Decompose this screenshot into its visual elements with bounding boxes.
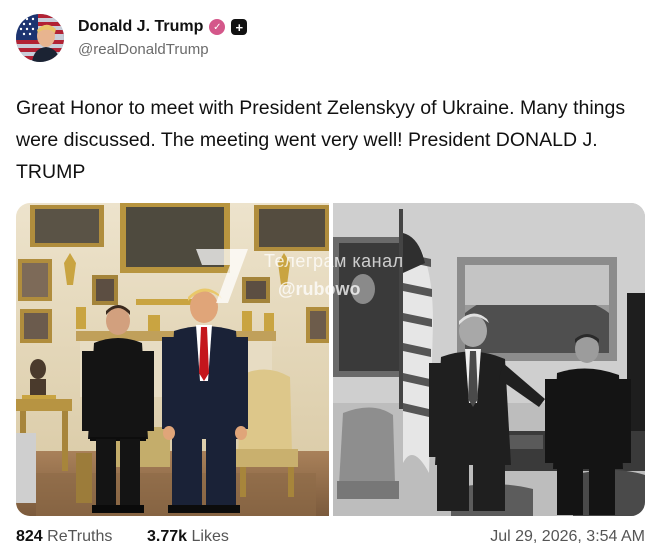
retruths-label: ReTruths [47, 528, 113, 545]
post-text: Great Honor to meet with President Zelen… [16, 97, 626, 183]
author-handle[interactable]: @realDonaldTrump [78, 41, 247, 58]
post-timestamp[interactable]: Jul 29, 2026, 3:54 AM [490, 528, 645, 546]
post-header: Donald J. Trump ✓ + @realDonaldTrump [16, 12, 636, 68]
likes-count: 3.77k [147, 528, 188, 545]
photo-office-bw[interactable] [333, 203, 645, 516]
avatar[interactable] [16, 14, 64, 62]
plus-badge-icon: + [231, 19, 248, 35]
retruths-count: 824 [16, 528, 43, 545]
author-name[interactable]: Donald J. Trump [78, 18, 203, 36]
likes-label: Likes [191, 528, 229, 545]
likes-stat[interactable]: 3.77k Likes [147, 528, 229, 546]
verified-badge-icon: ✓ [209, 19, 226, 35]
post-media[interactable]: Телеграм канал @rubowo [16, 203, 645, 516]
retruths-stat[interactable]: 824 ReTruths [16, 528, 112, 546]
post-footer: 824 ReTruths 3.77k Likes Jul 29, 2026, 3… [16, 528, 645, 550]
photo-gilded-room[interactable] [16, 203, 329, 516]
